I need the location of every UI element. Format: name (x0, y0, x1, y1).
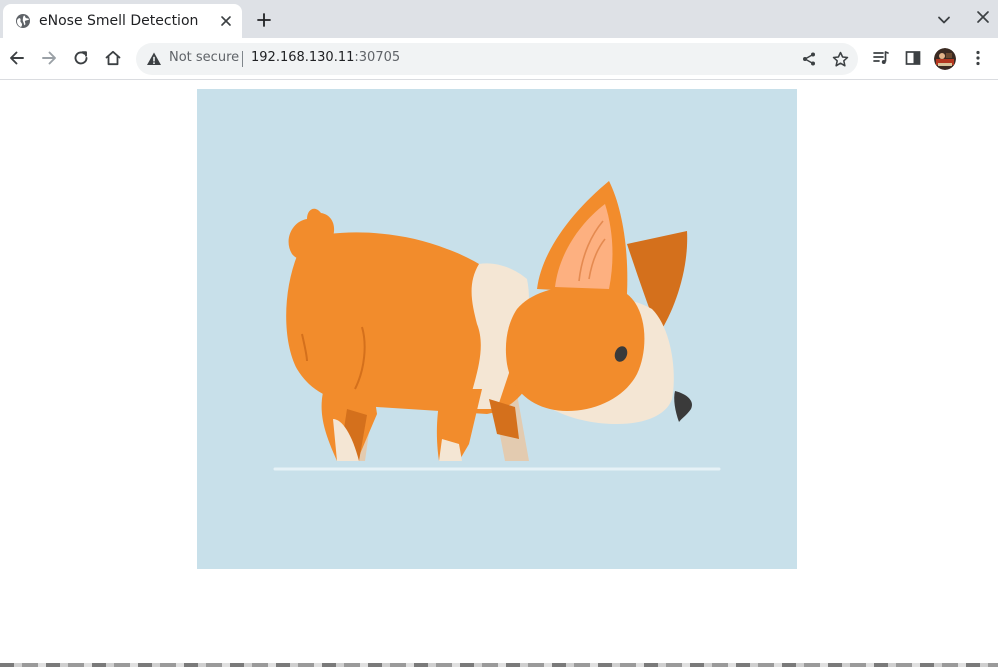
browser-window: eNose Smell Detection Not secure 192.168… (0, 0, 998, 667)
url-port: :30705 (354, 50, 401, 65)
arrow-right-icon[interactable] (38, 47, 60, 69)
browser-toolbar: Not secure 192.168.130.11:30705 (0, 38, 998, 80)
omnibox-separator (242, 51, 243, 67)
menu-dots-icon[interactable] (967, 47, 989, 69)
address-bar[interactable]: Not secure 192.168.130.11:30705 (136, 43, 858, 75)
page-content (0, 81, 998, 667)
security-label[interactable]: Not secure (169, 50, 239, 65)
arrow-left-icon[interactable] (6, 47, 28, 69)
corgi-graphic (197, 89, 797, 569)
side-panel-icon[interactable] (902, 47, 924, 69)
tab-enose[interactable]: eNose Smell Detection (3, 4, 242, 38)
home-icon[interactable] (102, 47, 124, 69)
globe-icon (15, 13, 31, 29)
tab-close-icon[interactable] (218, 13, 234, 29)
window-close-icon[interactable] (975, 9, 991, 25)
partial-text-strip (0, 663, 998, 667)
tab-strip: eNose Smell Detection (0, 0, 998, 38)
url-host: 192.168.130.11 (251, 50, 355, 65)
share-icon[interactable] (800, 50, 818, 68)
star-icon[interactable] (831, 50, 849, 68)
tab-title: eNose Smell Detection (39, 13, 199, 29)
warning-icon[interactable] (146, 51, 162, 67)
reload-icon[interactable] (70, 47, 92, 69)
avatar[interactable] (934, 48, 956, 70)
media-queue-icon[interactable] (870, 47, 892, 69)
url-text[interactable]: 192.168.130.11:30705 (251, 50, 400, 65)
new-tab-icon[interactable] (254, 10, 274, 30)
corgi-illustration (197, 89, 797, 569)
chevron-down-icon[interactable] (936, 12, 952, 28)
